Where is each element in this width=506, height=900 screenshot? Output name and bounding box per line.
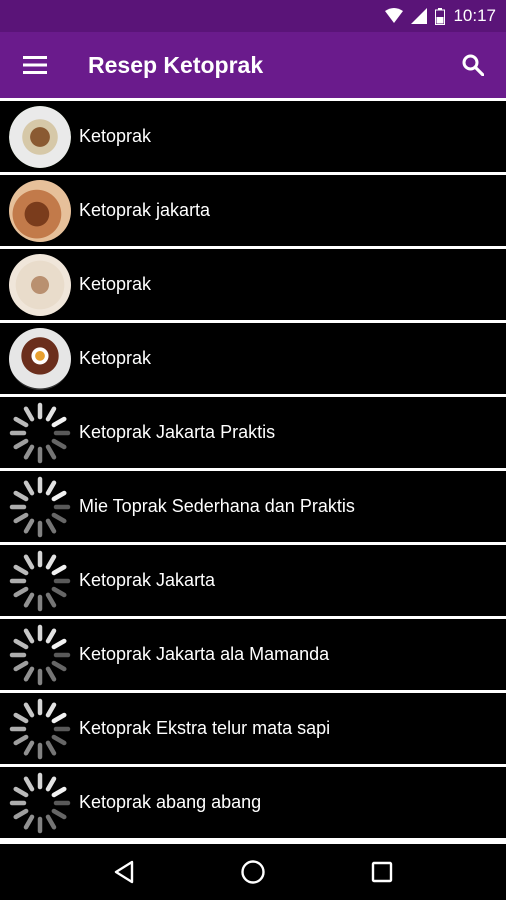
- loading-spinner-icon: [9, 698, 71, 759]
- list-item[interactable]: Ketoprak Jakarta Praktis: [0, 397, 506, 468]
- menu-button[interactable]: [0, 32, 70, 98]
- recipe-thumbnail: [9, 327, 71, 390]
- list-item[interactable]: Ketoprak: [0, 101, 506, 172]
- loading-spinner-icon: [9, 550, 71, 611]
- signal-icon: [411, 8, 428, 24]
- recipe-title: Ketoprak: [79, 274, 152, 294]
- list-item[interactable]: Ketoprak Jakarta: [0, 545, 506, 616]
- recipe-title: Ketoprak Jakarta: [79, 570, 216, 590]
- recipe-title: Ketoprak Jakarta Praktis: [79, 422, 276, 442]
- list-item[interactable]: Ketoprak: [0, 323, 506, 394]
- loading-spinner-icon: [9, 402, 71, 463]
- navigation-bar: [0, 844, 506, 900]
- recipe-title: Mie Toprak Sederhana dan Praktis: [79, 496, 355, 516]
- list-item[interactable]: Ketoprak Jakarta ala Mamanda: [0, 619, 506, 690]
- loading-spinner-icon: [9, 624, 71, 685]
- status-time: 10:17: [453, 6, 496, 25]
- search-icon: [462, 54, 484, 76]
- list-item[interactable]: Ketoprak abang abang: [0, 767, 506, 838]
- list-item[interactable]: Ketoprak Ekstra telur mata sapi: [0, 693, 506, 764]
- home-icon: [241, 860, 265, 884]
- loading-spinner-icon: [9, 772, 71, 833]
- search-button[interactable]: [440, 32, 506, 98]
- recipe-title: Ketoprak: [79, 348, 152, 368]
- back-icon: [115, 860, 134, 884]
- recents-button[interactable]: [357, 847, 407, 897]
- back-button[interactable]: [99, 847, 149, 897]
- recents-icon: [371, 861, 392, 883]
- recipe-title: Ketoprak: [79, 126, 152, 146]
- list-item[interactable]: Ketoprak: [0, 249, 506, 320]
- loading-spinner-icon: [9, 476, 71, 537]
- home-button[interactable]: [228, 847, 278, 897]
- hamburger-menu-icon: [23, 56, 47, 74]
- recipe-list: Ketoprak Ketoprak jakarta Ketoprak Ketop…: [0, 98, 506, 844]
- recipe-thumbnail: [9, 179, 71, 242]
- recipe-thumbnail: [9, 105, 71, 168]
- recipe-title: Ketoprak Jakarta ala Mamanda: [79, 644, 330, 664]
- status-bar: 10:17: [0, 0, 506, 32]
- recipe-thumbnail: [9, 253, 71, 316]
- recipe-title: Ketoprak Ekstra telur mata sapi: [79, 718, 331, 738]
- recipe-title: Ketoprak jakarta: [79, 200, 211, 220]
- battery-icon: [435, 7, 446, 25]
- recipe-title: Ketoprak abang abang: [79, 792, 262, 812]
- app-bar: Resep Ketoprak: [0, 32, 506, 98]
- wifi-icon: [385, 8, 404, 23]
- list-item[interactable]: Ketoprak jakarta: [0, 175, 506, 246]
- list-item[interactable]: Mie Toprak Sederhana dan Praktis: [0, 471, 506, 542]
- page-title: Resep Ketoprak: [88, 51, 264, 78]
